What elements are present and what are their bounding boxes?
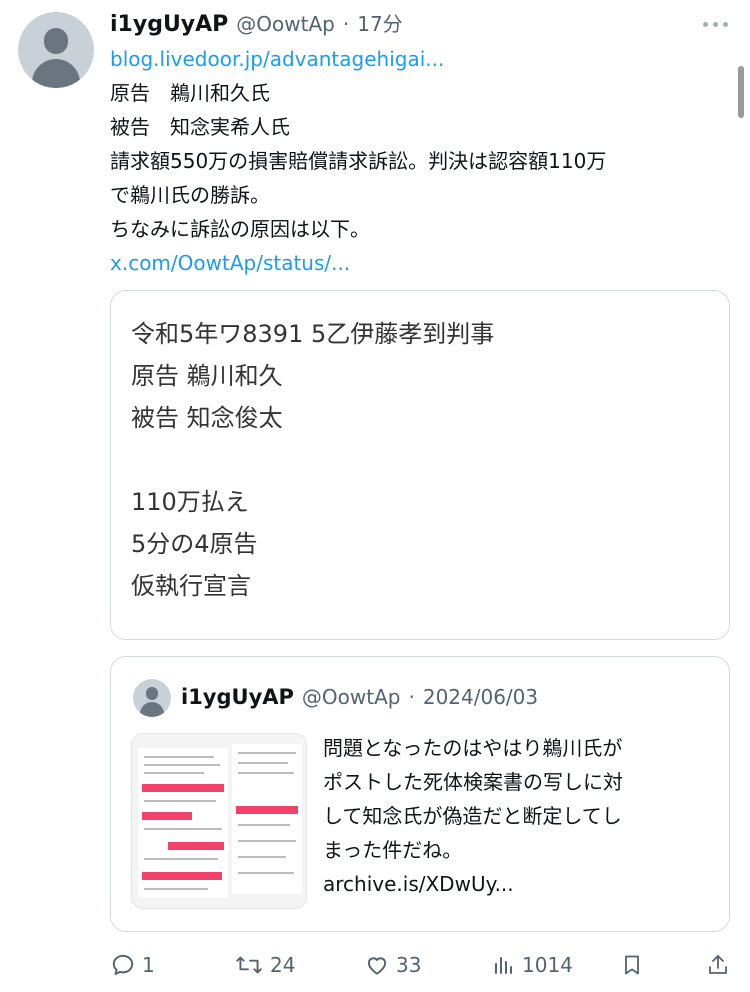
views-button[interactable]: 1014 [492,948,573,982]
quote-text-line: ポストした死体検案書の写しに対 [323,770,623,794]
tweet-text: blog.livedoor.jp/advantagehigai... 原告 鵜川… [110,42,730,280]
more-options-icon[interactable] [700,14,730,34]
avatar-head-shape [44,28,68,54]
heart-icon [367,957,387,975]
avatar-head-shape [146,687,158,700]
image-text-line: 被告 知念俊太 [131,404,283,432]
quote-text: 問題となったのはやはり鵜川氏が ポストした死体検案書の写しに対 して知念氏が偽造… [323,731,718,901]
quote-author-name[interactable]: i1ygUyAP [181,685,294,709]
separator-dot: · [408,685,415,709]
quote-text-line: まった件だね。 [323,838,463,862]
tweet-time[interactable]: 17分 [357,8,402,37]
action-bar: 1 24 33 1014 [110,948,735,982]
tweet-text-line: 請求額550万の損害賠償請求訴訟。判決は認容額110万 [110,149,607,173]
quote-author-handle[interactable]: @OowtAp [302,685,401,709]
quote-avatar[interactable] [133,679,171,717]
bookmark-icon [625,955,639,975]
views-icon [495,957,512,974]
tweet-header: i1ygUyAP @OowtAp · 17分 [110,8,690,38]
views-count: 1014 [522,953,573,977]
reply-button[interactable]: 1 [110,948,155,982]
avatar-body-shape [140,702,164,717]
scrollbar[interactable] [738,66,744,118]
author-handle[interactable]: @OowtAp [236,12,335,36]
author-name[interactable]: i1ygUyAP [110,12,228,37]
document-page-shape [138,748,228,898]
like-count: 33 [396,953,422,977]
status-link[interactable]: x.com/OowtAp/status/... [110,246,730,280]
share-icon [709,955,727,974]
quoted-tweet[interactable]: i1ygUyAP @OowtAp · 2024/06/03 問題となったのはやは… [110,656,730,932]
reply-count: 1 [142,953,155,977]
document-page-shape [232,744,302,894]
tweet-image[interactable]: 令和5年ワ8391 5乙伊藤孝到判事 原告 鵜川和久 被告 知念俊太 110万払… [110,290,730,640]
quote-text-line: して知念氏が偽造だと断定してし [323,804,622,828]
retweet-icon [236,956,262,974]
avatar-body-shape [32,59,80,88]
like-button[interactable]: 33 [364,948,421,982]
retweet-button[interactable]: 24 [234,948,295,982]
separator-dot: · [342,12,350,36]
tweet-text-line: で鵜川氏の勝訴。 [110,183,270,207]
image-text-line: 原告 鵜川和久 [131,362,283,390]
image-blank-line [131,439,709,481]
bookmark-button[interactable] [620,948,644,982]
image-text-line: 令和5年ワ8391 5乙伊藤孝到判事 [131,320,495,348]
quote-text-line: 問題となったのはやはり鵜川氏が [323,736,623,760]
image-text-line: 仮執行宣言 [131,572,251,600]
quote-header: i1ygUyAP @OowtAp · 2024/06/03 [181,685,538,709]
retweet-count: 24 [270,953,296,977]
tweet-text-line: 被告 知念実希人氏 [110,115,290,139]
image-text-line: 110万払え [131,488,249,516]
quote-thumbnail[interactable] [131,733,307,909]
archive-link[interactable]: archive.is/XDwUy... [323,867,718,901]
tweet-text-line: ちなみに訴訟の原因は以下。 [110,217,370,241]
quote-date[interactable]: 2024/06/03 [423,685,538,709]
blog-link[interactable]: blog.livedoor.jp/advantagehigai... [110,42,730,76]
avatar[interactable] [18,12,94,88]
reply-icon [112,954,134,975]
share-button[interactable] [706,948,730,982]
tweet-text-line: 原告 鵜川和久氏 [110,81,270,105]
image-text-line: 5分の4原告 [131,530,258,558]
